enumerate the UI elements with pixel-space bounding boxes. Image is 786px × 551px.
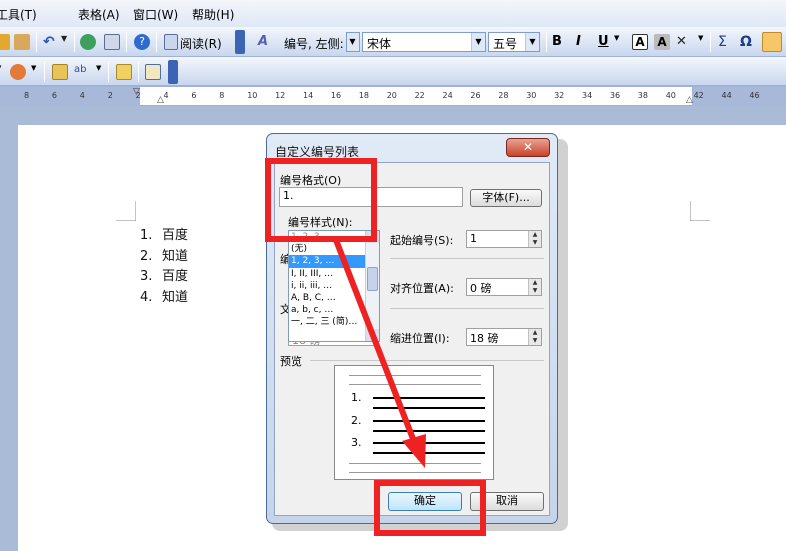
arrow-shaft	[333, 238, 418, 446]
annotation-arrow	[333, 238, 426, 468]
arrow-head	[402, 434, 426, 468]
